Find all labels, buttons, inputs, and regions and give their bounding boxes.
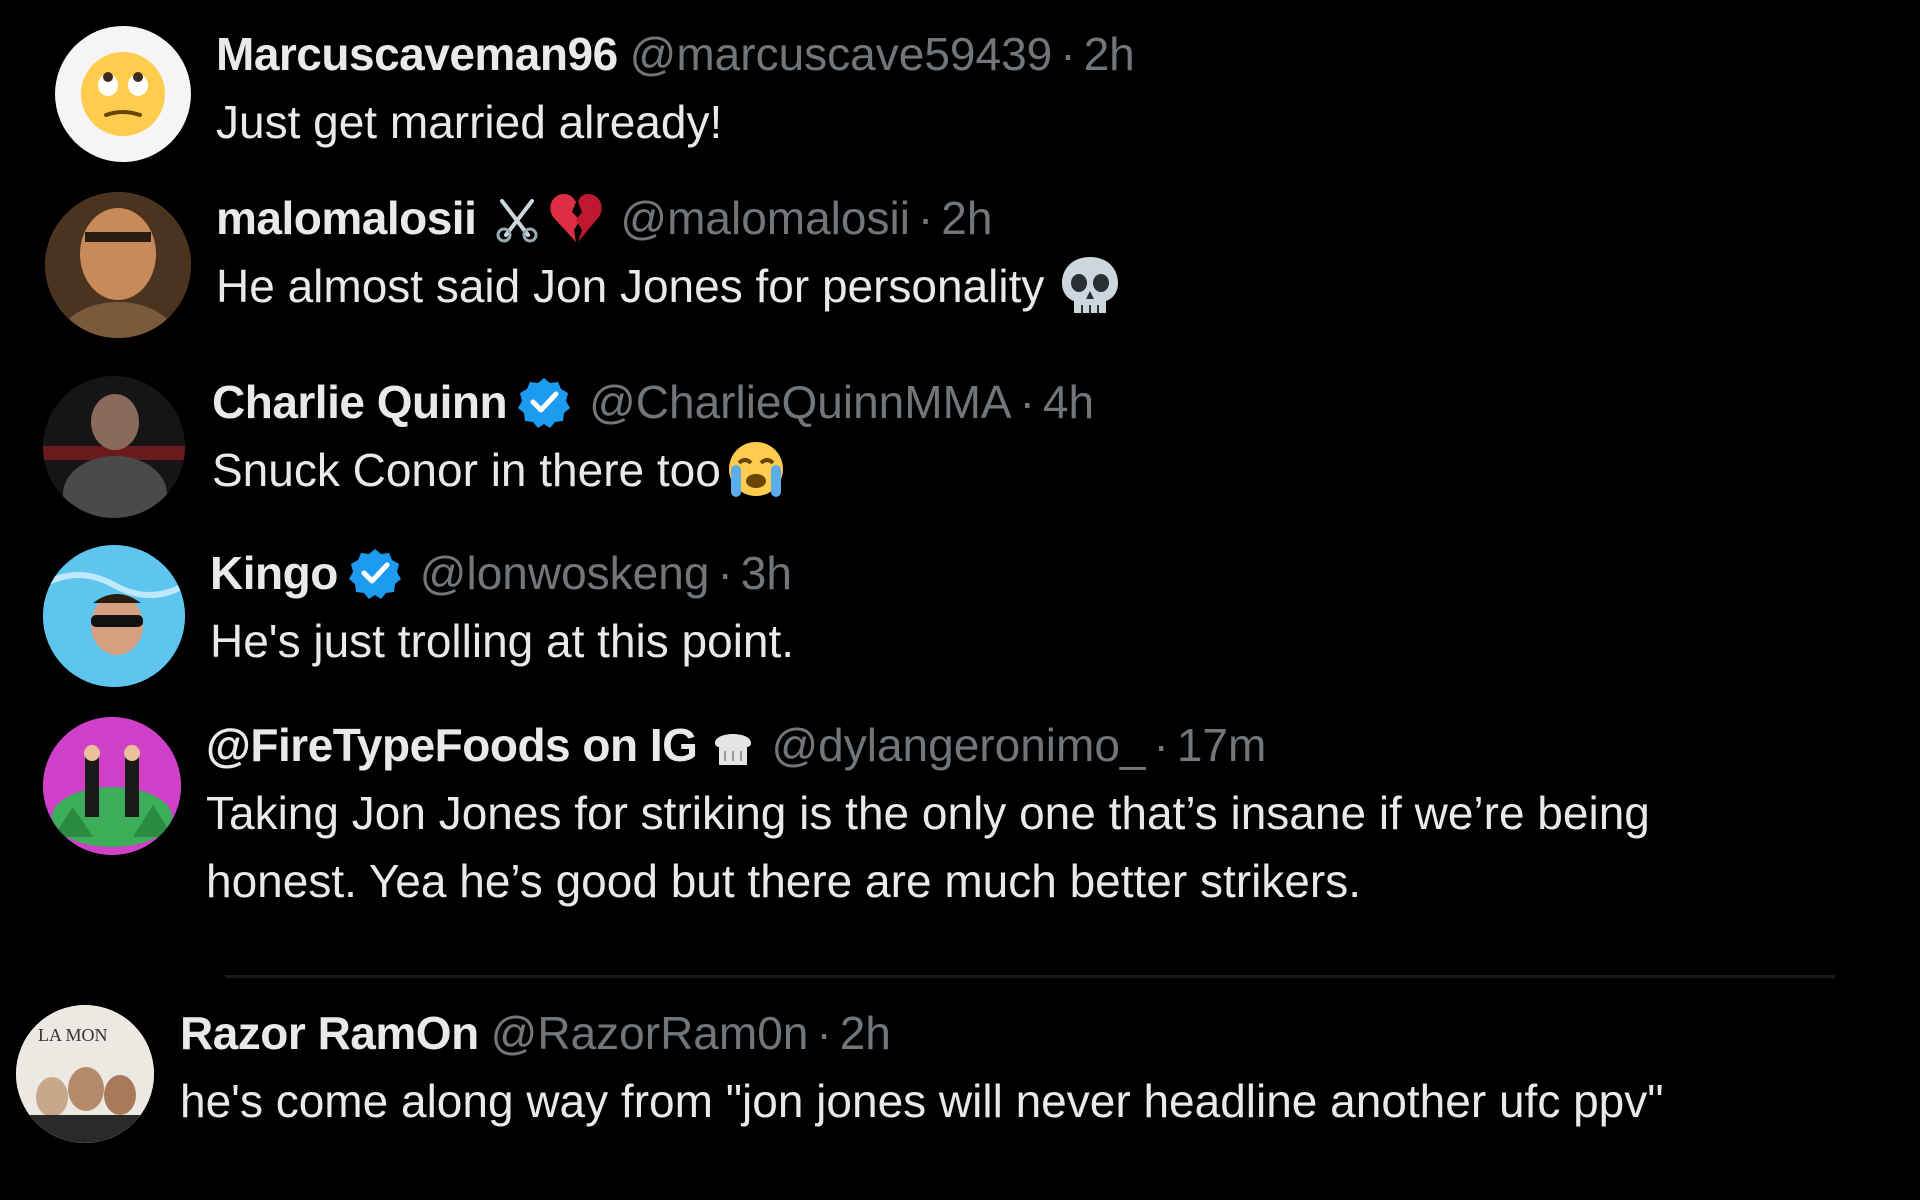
reply-text: he's come along way from "jon jones will… [180, 1075, 1664, 1127]
skull-icon [1058, 255, 1122, 317]
display-name[interactable]: Charlie Quinn [212, 374, 508, 430]
divider [225, 975, 1835, 978]
broken-heart-icon [548, 192, 604, 244]
user-handle[interactable]: @marcuscave59439 [630, 26, 1053, 82]
display-name[interactable]: Kingo [210, 545, 338, 601]
timestamp[interactable]: 17m [1177, 717, 1266, 773]
display-name[interactable]: Razor RamOn [180, 1005, 479, 1061]
timestamp[interactable]: 2h [840, 1005, 891, 1061]
reply-text: He's just trolling at this point. [210, 615, 795, 667]
separator-dot: · [917, 192, 934, 244]
reply-text: Snuck Conor in there too [212, 444, 721, 496]
avatar[interactable] [43, 545, 185, 687]
display-name[interactable]: malomalosii [216, 190, 477, 246]
profile-photo-icon: LA MON [16, 1005, 154, 1143]
verified-badge-icon [348, 546, 402, 600]
separator-dot: · [717, 547, 733, 599]
user-handle[interactable]: @CharlieQuinnMMA [589, 374, 1012, 430]
avatar[interactable] [43, 376, 185, 518]
verified-badge-icon [517, 375, 571, 429]
reply-text: Taking Jon Jones for striking is the onl… [206, 787, 1650, 907]
timestamp[interactable]: 4h [1043, 374, 1094, 430]
avatar[interactable] [45, 192, 191, 338]
avatar[interactable] [43, 717, 181, 855]
user-handle[interactable]: @RazorRam0n [491, 1005, 809, 1061]
separator-dot: · [1019, 376, 1035, 428]
display-name[interactable]: @FireTypeFoods on IG [206, 717, 698, 773]
avatar-text: LA MON [38, 1025, 108, 1045]
profile-photo-icon [45, 192, 191, 338]
bread-icon [709, 721, 757, 769]
user-handle[interactable]: @malomalosii [620, 190, 910, 246]
timestamp[interactable]: 2h [1084, 26, 1135, 82]
reply-text: He almost said Jon Jones for personality [216, 260, 1045, 312]
avatar[interactable]: LA MON [16, 1005, 154, 1143]
profile-photo-icon [43, 545, 185, 687]
timestamp[interactable]: 2h [941, 190, 992, 246]
separator-dot: · [1153, 719, 1169, 771]
profile-photo-icon [43, 376, 185, 518]
scissors-icon [492, 193, 542, 243]
illustration-avatar-icon [43, 717, 181, 855]
user-handle[interactable]: @lonwoskeng [420, 545, 710, 601]
reply-text: Just get married already! [216, 96, 723, 148]
separator-dot: · [816, 1007, 832, 1059]
separator-dot: · [1060, 28, 1076, 80]
timestamp[interactable]: 3h [741, 545, 792, 601]
eye-roll-emoji-icon [81, 52, 165, 136]
crying-face-icon [723, 439, 789, 501]
display-name[interactable]: Marcuscaveman96 [216, 26, 618, 82]
user-handle[interactable]: @dylangeronimo_ [771, 717, 1145, 773]
avatar[interactable] [55, 26, 191, 162]
